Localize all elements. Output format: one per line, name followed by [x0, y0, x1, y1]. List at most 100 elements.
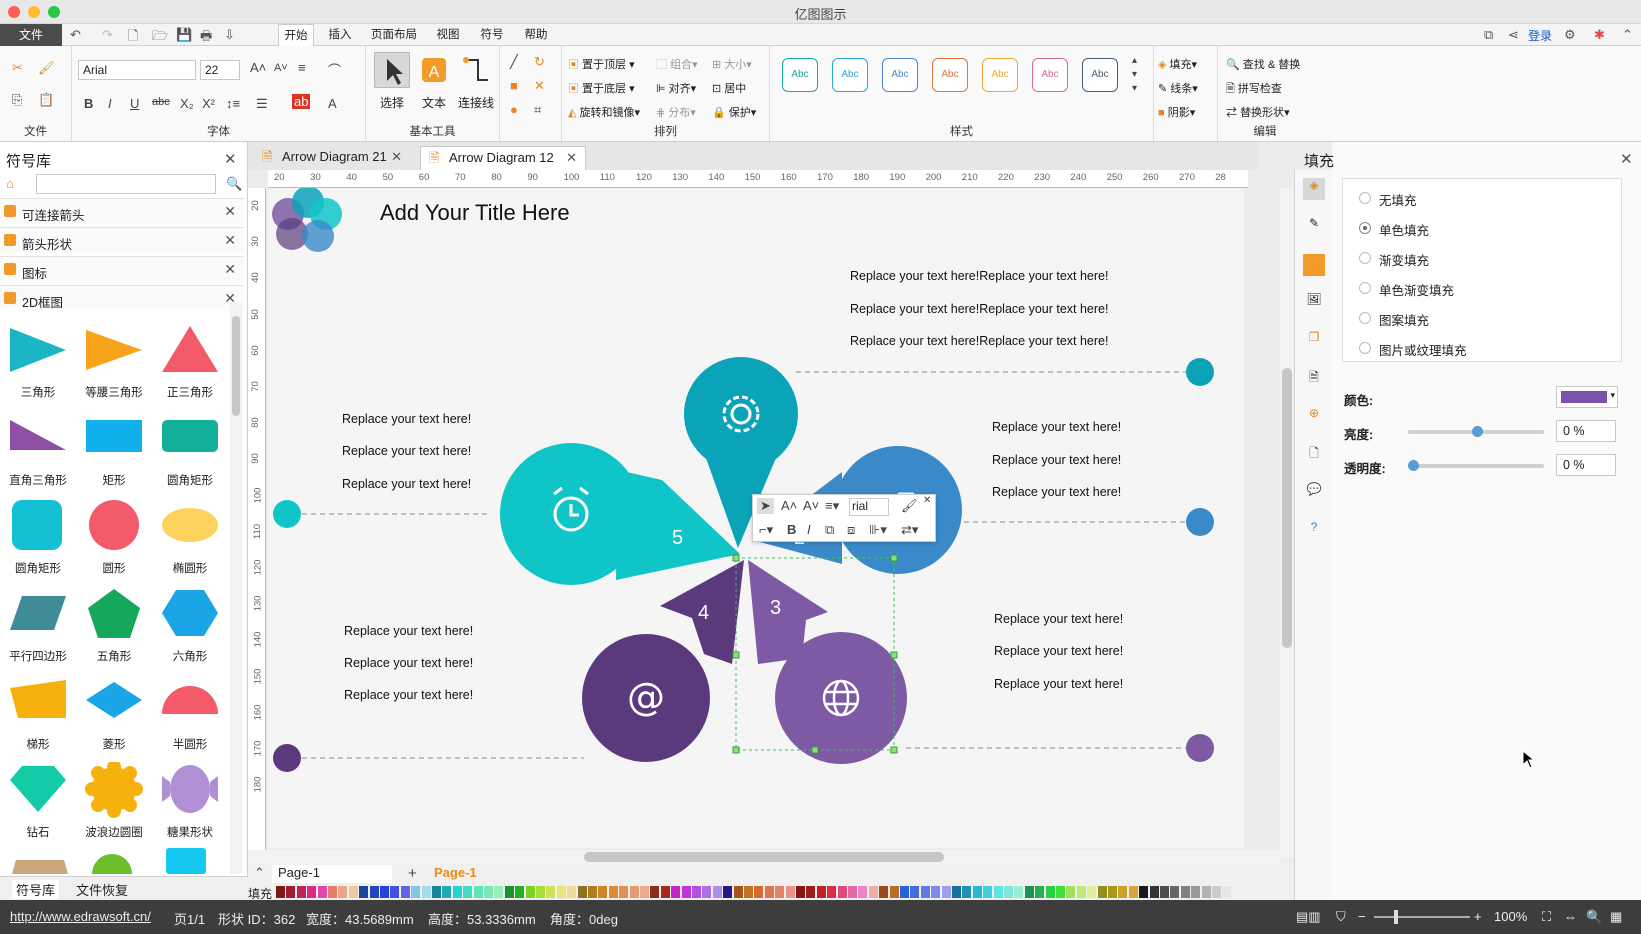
- chevron-up-icon[interactable]: ⌃: [254, 865, 265, 881]
- palette-swatch[interactable]: [962, 886, 972, 898]
- palette-swatch[interactable]: [286, 886, 296, 898]
- line-spacing-icon[interactable]: ↕≡: [226, 96, 240, 111]
- find-replace-button[interactable]: 🔍 查找 & 替换: [1226, 56, 1300, 72]
- library-category[interactable]: 箭头形状 ✕: [0, 227, 244, 253]
- zoom-level[interactable]: 100%: [1494, 909, 1527, 924]
- format-painter-icon[interactable]: ✂: [12, 60, 23, 76]
- palette-swatch[interactable]: [1066, 886, 1076, 898]
- page-panel-icon[interactable]: 🗎: [1303, 368, 1325, 390]
- transparency-slider[interactable]: [1408, 460, 1544, 471]
- font-name-select[interactable]: Arial: [78, 60, 196, 80]
- align-icon[interactable]: ≡: [298, 60, 306, 75]
- protect-button[interactable]: 🔒 保护▾: [712, 104, 756, 120]
- center-button[interactable]: ⊡ 居中: [712, 80, 746, 96]
- data-panel-icon[interactable]: 🗋: [1303, 444, 1325, 466]
- tab-symbol-library[interactable]: 符号库: [12, 880, 60, 899]
- library-search-input[interactable]: [36, 174, 216, 194]
- line-button[interactable]: ✎ 线条▾: [1158, 80, 1198, 96]
- palette-swatch[interactable]: [473, 886, 483, 898]
- palette-swatch[interactable]: [993, 886, 1003, 898]
- text-line[interactable]: Replace your text here!: [344, 656, 473, 670]
- distribute-icon[interactable]: ⊪▾: [869, 522, 887, 538]
- palette-swatch[interactable]: [900, 886, 909, 898]
- library-category[interactable]: 图标 ✕: [0, 256, 244, 282]
- text-line[interactable]: Replace your text here!: [992, 453, 1121, 467]
- text-line[interactable]: Replace your text here!: [994, 644, 1123, 658]
- shrink-font-icon[interactable]: A˅: [803, 498, 819, 513]
- petal-bottom-right-purple[interactable]: [748, 560, 907, 764]
- website-link[interactable]: http://www.edrawsoft.cn/: [10, 909, 151, 924]
- palette-swatch[interactable]: [608, 886, 618, 898]
- align-icon[interactable]: ≡▾: [825, 498, 839, 514]
- palette-swatch[interactable]: [1128, 886, 1138, 898]
- palette-swatch[interactable]: [577, 886, 587, 898]
- fill-option-picture[interactable]: 图片或纹理填充: [1359, 339, 1559, 359]
- palette-swatch[interactable]: [296, 886, 306, 898]
- palette-swatch[interactable]: [671, 886, 681, 898]
- fill-option-none[interactable]: 无填充: [1359, 189, 1559, 209]
- layers-panel-icon[interactable]: ❐: [1303, 330, 1325, 352]
- tab-page-layout[interactable]: 页面布局: [368, 24, 420, 46]
- text-line[interactable]: Replace your text here!Replace your text…: [850, 269, 1108, 283]
- italic-icon[interactable]: I: [108, 96, 112, 111]
- text-line[interactable]: Replace your text here!: [994, 612, 1123, 626]
- connector-tool-button[interactable]: [458, 52, 494, 88]
- zoom-slider[interactable]: [1374, 910, 1470, 924]
- shape-isosceles-triangle[interactable]: 等腰三角形: [76, 318, 152, 406]
- redo-icon[interactable]: ↷: [102, 27, 113, 43]
- palette-swatch[interactable]: [317, 886, 327, 898]
- palette-swatch[interactable]: [338, 886, 348, 898]
- search-icon[interactable]: 🔍: [226, 176, 242, 192]
- home-icon[interactable]: ⌂: [6, 176, 14, 191]
- group-icon[interactable]: ⧉: [825, 522, 834, 538]
- palette-swatch[interactable]: [536, 886, 545, 898]
- brightness-slider[interactable]: [1408, 426, 1544, 437]
- align-button[interactable]: ⊫ 对齐▾: [656, 80, 696, 96]
- palette-swatch[interactable]: [1149, 886, 1159, 898]
- palette-swatch[interactable]: [400, 886, 410, 898]
- palette-swatch[interactable]: [328, 886, 337, 898]
- library-category[interactable]: 2D框图 ✕: [0, 285, 244, 311]
- marker-dot[interactable]: [1186, 508, 1214, 536]
- palette-swatch[interactable]: [307, 886, 317, 898]
- palette-swatch[interactable]: [588, 886, 597, 898]
- palette-swatch[interactable]: [1056, 886, 1065, 898]
- palette-swatch[interactable]: [556, 886, 566, 898]
- text-line[interactable]: Replace your text here!: [342, 477, 471, 491]
- size-button[interactable]: ⊞ 大小▾: [712, 56, 752, 72]
- cross-tool-icon[interactable]: ✕: [534, 78, 545, 94]
- palette-swatch[interactable]: [546, 886, 556, 898]
- replace-shape-button[interactable]: ⇄ 替换形状▾: [1226, 104, 1290, 120]
- save-icon[interactable]: 💾: [176, 27, 192, 43]
- close-icon[interactable]: ✕: [923, 495, 931, 506]
- palette-swatch[interactable]: [983, 886, 993, 898]
- shape-rectangle[interactable]: 矩形: [76, 406, 152, 494]
- bring-front-button[interactable]: ▣ 置于顶层 ▾: [568, 56, 635, 72]
- drawing-canvas[interactable]: @ Add Your Title Here Replace your text …: [268, 188, 1244, 848]
- shape-pentagon[interactable]: 五角形: [76, 582, 152, 670]
- tab-file-recovery[interactable]: 文件恢复: [76, 880, 128, 899]
- palette-swatch[interactable]: [920, 886, 930, 898]
- palette-swatch[interactable]: [889, 886, 899, 898]
- shape-rounded-square[interactable]: 圆角矩形: [0, 494, 76, 582]
- palette-swatch[interactable]: [775, 886, 785, 898]
- palette-swatch[interactable]: [640, 886, 649, 898]
- close-category-icon[interactable]: ✕: [224, 232, 236, 249]
- tab-symbol[interactable]: 符号: [476, 24, 508, 46]
- brush-icon[interactable]: 🖌: [38, 60, 55, 76]
- replace-icon[interactable]: ⇄▾: [901, 522, 918, 538]
- brush-icon[interactable]: 🖌: [901, 498, 918, 514]
- fit-page-icon[interactable]: ⛶: [1542, 909, 1551, 925]
- palette-swatch[interactable]: [1201, 886, 1211, 898]
- login-link[interactable]: 登录: [1528, 27, 1552, 44]
- shape-parallelogram[interactable]: 平行四边形: [0, 582, 76, 670]
- palette-swatch[interactable]: [723, 886, 733, 898]
- settings-icon[interactable]: ⚙: [1564, 27, 1576, 43]
- style-preset-1[interactable]: Abc: [782, 58, 818, 92]
- palette-swatch[interactable]: [764, 886, 774, 898]
- petal-left-cyan[interactable]: [500, 443, 740, 585]
- grid-icon[interactable]: ▦: [1610, 909, 1622, 925]
- apps-icon[interactable]: ✱: [1594, 27, 1605, 43]
- text-line[interactable]: Replace your text here!: [344, 688, 473, 702]
- palette-swatch[interactable]: [952, 886, 961, 898]
